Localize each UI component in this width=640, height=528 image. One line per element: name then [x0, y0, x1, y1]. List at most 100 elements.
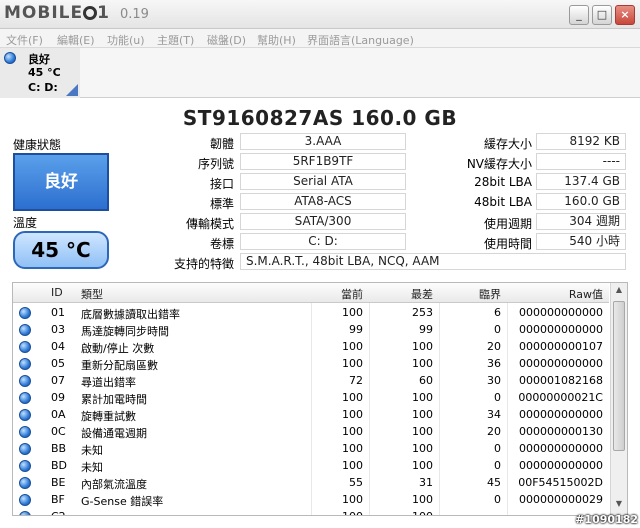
table-row[interactable]: 03 馬達旋轉同步時間 99 99 0 000000000000 — [13, 322, 609, 339]
col-id-header[interactable]: ID — [51, 286, 63, 299]
row-worst: 253 — [412, 306, 433, 319]
transfer-mode-value: SATA/300 — [240, 213, 406, 230]
row-id: BE — [51, 476, 66, 489]
row-worst: 100 — [412, 459, 433, 472]
col-threshold-header[interactable]: 臨界 — [441, 286, 501, 302]
col-current-header[interactable]: 當前 — [303, 286, 363, 302]
table-row[interactable]: BD 未知 100 100 0 000000000000 — [13, 458, 609, 475]
lba28-label: 28bit LBA — [474, 175, 532, 189]
row-current: 100 — [342, 408, 363, 421]
transfer-mode-label: 傳輸模式 — [185, 217, 234, 231]
close-button[interactable]: × — [615, 5, 635, 25]
row-current: 100 — [342, 425, 363, 438]
table-row[interactable]: 0A 旋轉重試數 100 100 34 000000000000 — [13, 407, 609, 424]
row-threshold: 0 — [494, 459, 501, 472]
table-row[interactable]: BE 內部氣流溫度 55 31 45 00F54515002D — [13, 475, 609, 492]
row-id: C2 — [51, 510, 66, 515]
row-status-icon — [19, 477, 31, 489]
menu-file[interactable]: 文件(F) — [6, 32, 43, 48]
row-status-icon — [19, 375, 31, 387]
row-worst: 60 — [419, 374, 433, 387]
menu-disk[interactable]: 磁盤(D) — [207, 32, 246, 48]
maximize-button[interactable]: □ — [592, 5, 612, 25]
row-current: 100 — [342, 340, 363, 353]
row-id: 07 — [51, 374, 65, 387]
scroll-up-icon[interactable]: ▲ — [613, 285, 625, 299]
col-raw-header[interactable]: Raw值 — [513, 286, 603, 302]
menu-edit[interactable]: 編輯(E) — [57, 32, 95, 48]
smart-table-header: ID 類型 當前 最差 臨界 Raw值 — [13, 283, 609, 303]
scroll-down-icon[interactable]: ▼ — [613, 499, 625, 513]
health-status-button[interactable]: 良好 — [13, 153, 109, 211]
minimize-button[interactable]: _ — [569, 5, 589, 25]
drive-corner-icon — [66, 84, 78, 96]
row-status-icon — [19, 443, 31, 455]
lba28-value: 137.4 GB — [536, 173, 626, 190]
row-type: G-Sense 錯誤率 — [81, 495, 164, 508]
row-current: 55 — [349, 476, 363, 489]
col-worst-header[interactable]: 最差 — [373, 286, 433, 302]
interface-label: 接口 — [209, 177, 234, 191]
temperature-display: 45 °C — [13, 231, 109, 269]
row-threshold: 0 — [494, 391, 501, 404]
power-hours-value: 540 小時 — [536, 233, 626, 250]
row-raw: 00000000021C — [518, 391, 603, 404]
table-row[interactable]: 04 啟動/停止 次數 100 100 20 000000000107 — [13, 339, 609, 356]
menu-function[interactable]: 功能(u) — [107, 32, 145, 48]
row-type: 設備通電週期 — [81, 427, 147, 440]
drive-tab-temp: 45 °C — [28, 66, 61, 79]
table-row[interactable]: 09 累計加電時間 100 100 0 00000000021C — [13, 390, 609, 407]
features-label: 支持的特徵 — [173, 257, 234, 271]
row-threshold: 34 — [487, 408, 501, 421]
table-row[interactable]: 07 尋道出錯率 72 60 30 000001082168 — [13, 373, 609, 390]
table-row[interactable]: C2 100 100 — [13, 509, 609, 515]
row-worst: 100 — [412, 391, 433, 404]
row-status-icon — [19, 392, 31, 404]
scroll-thumb[interactable] — [613, 301, 625, 451]
row-status-icon — [19, 494, 31, 506]
table-row[interactable]: BB 未知 100 100 0 000000000000 — [13, 441, 609, 458]
row-threshold: 20 — [487, 340, 501, 353]
lba48-value: 160.0 GB — [536, 193, 626, 210]
menu-bar: 文件(F) 編輯(E) 功能(u) 主題(T) 磁盤(D) 幫助(H) 界面語言… — [0, 29, 640, 48]
drive-tab[interactable]: 良好 45 °C C: D: — [0, 48, 80, 98]
row-raw: 000000000000 — [519, 323, 603, 336]
row-type: 未知 — [81, 461, 103, 474]
title-bar: MOBILE 1 0.19 _ □ × — [0, 0, 640, 29]
row-type: 旋轉重試數 — [81, 410, 136, 423]
power-cycle-value: 304 週期 — [536, 213, 626, 230]
row-id: 01 — [51, 306, 65, 319]
table-scrollbar[interactable]: ▲ ▼ — [610, 283, 627, 515]
row-raw: 00F54515002D — [518, 476, 603, 489]
menu-theme[interactable]: 主題(T) — [157, 32, 194, 48]
drive-model-title: ST9160827AS 160.0 GB — [182, 106, 458, 130]
power-cycle-label: 使用週期 — [483, 217, 532, 231]
row-current: 72 — [349, 374, 363, 387]
table-row[interactable]: BF G-Sense 錯誤率 100 100 0 000000000029 — [13, 492, 609, 509]
nv-cache-value: ---- — [536, 153, 626, 170]
serial-label: 序列號 — [197, 157, 234, 171]
row-status-icon — [19, 409, 31, 421]
row-type: 內部氣流溫度 — [81, 478, 147, 491]
menu-help[interactable]: 幫助(H) — [257, 32, 296, 48]
row-type: 啟動/停止 次數 — [81, 342, 155, 355]
col-type-header[interactable]: 類型 — [81, 286, 103, 302]
row-raw: 000000000107 — [519, 340, 603, 353]
table-row[interactable]: 05 重新分配扇區數 100 100 36 000000000000 — [13, 356, 609, 373]
table-row[interactable]: 0C 設備通電週期 100 100 20 000000000130 — [13, 424, 609, 441]
row-status-icon — [19, 426, 31, 438]
features-value: S.M.A.R.T., 48bit LBA, NCQ, AAM — [240, 253, 626, 270]
row-status-icon — [19, 341, 31, 353]
table-row[interactable]: 01 底層數據讀取出錯率 100 253 6 000000000000 — [13, 305, 609, 322]
nv-cache-label: NV緩存大小 — [466, 157, 532, 171]
firmware-value: 3.AAA — [240, 133, 406, 150]
row-worst: 100 — [412, 408, 433, 421]
row-threshold: 30 — [487, 374, 501, 387]
row-status-icon — [19, 460, 31, 472]
menu-language[interactable]: 界面語言(Language) — [307, 32, 414, 48]
row-current: 100 — [342, 306, 363, 319]
smart-table: ID 類型 當前 最差 臨界 Raw值 01 底層數據讀取出錯率 100 253 6 00… — [12, 282, 628, 516]
row-worst: 100 — [373, 510, 433, 515]
row-status-icon — [19, 324, 31, 336]
row-status-icon — [19, 358, 31, 370]
